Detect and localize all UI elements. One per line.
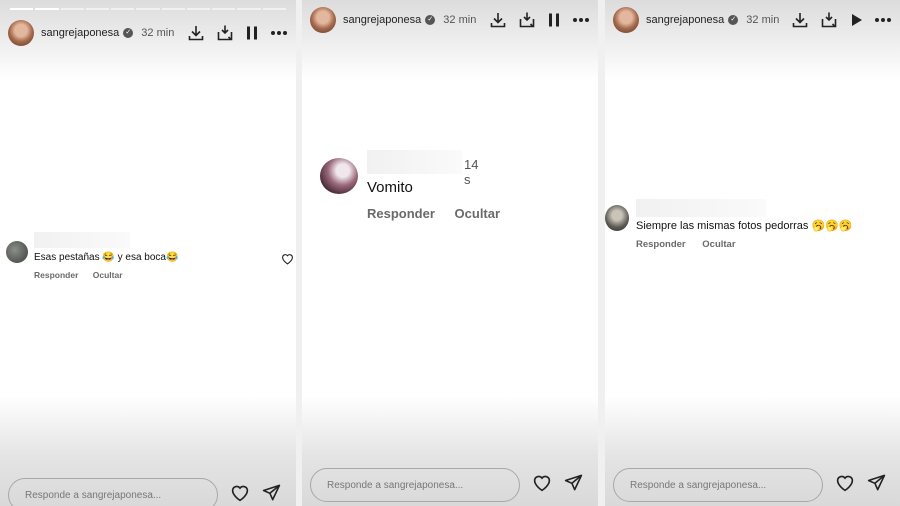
more-icon[interactable] xyxy=(874,17,892,23)
comment-text: Siempre las mismas fotos pedorras 🥱🥱🥱 xyxy=(636,220,853,232)
pause-icon[interactable] xyxy=(547,12,561,28)
heart-icon[interactable] xyxy=(835,474,855,497)
send-icon[interactable] xyxy=(564,473,583,497)
username[interactable]: sangrejaponesa xyxy=(41,27,119,39)
story-progress-bar xyxy=(10,8,286,10)
verified-badge-icon: ✓ xyxy=(425,15,436,25)
send-icon[interactable] xyxy=(867,473,886,497)
post-time: 32 min xyxy=(746,14,780,26)
post-time: 32 min xyxy=(141,27,175,39)
heart-icon[interactable] xyxy=(532,474,552,497)
comment-time: 14 s xyxy=(464,157,479,187)
story-footer: Responde a sangrejaponesa... xyxy=(310,464,590,506)
more-icon[interactable] xyxy=(270,30,288,36)
pause-icon[interactable] xyxy=(245,25,259,41)
username[interactable]: sangrejaponesa xyxy=(646,14,724,26)
story-panel-3: sangrejaponesa ✓ 32 min Siempre las mism… xyxy=(605,0,900,506)
avatar[interactable] xyxy=(310,7,336,33)
avatar[interactable] xyxy=(613,7,639,33)
post-time: 32 min xyxy=(443,14,477,26)
download-icon[interactable] xyxy=(791,11,809,29)
reply-input[interactable]: Responde a sangrejaponesa... xyxy=(613,468,823,502)
story-panel-2: sangrejaponesa ✓ 32 min 14 s Vomito Resp… xyxy=(302,0,598,506)
story-header: sangrejaponesa ✓ 32 min xyxy=(310,7,590,33)
play-icon[interactable] xyxy=(849,12,863,28)
avatar[interactable] xyxy=(8,20,34,46)
reply-input[interactable]: Responde a sangrejaponesa... xyxy=(8,478,218,506)
save-to-device-icon[interactable] xyxy=(820,11,838,29)
commenter-name-redacted xyxy=(367,150,462,174)
verified-badge-icon: ✓ xyxy=(728,15,739,25)
like-comment-heart-icon[interactable] xyxy=(281,252,294,270)
reply-input[interactable]: Responde a sangrejaponesa... xyxy=(310,468,520,502)
download-icon[interactable] xyxy=(187,24,205,42)
commenter-avatar[interactable] xyxy=(605,205,629,231)
commenter-name-redacted xyxy=(34,232,130,248)
hide-comment-button[interactable]: Ocultar xyxy=(93,270,123,280)
reply-comment-button[interactable]: Responder xyxy=(34,270,78,280)
comment-text: Vomito xyxy=(367,179,413,196)
story-header: sangrejaponesa ✓ 32 min xyxy=(8,20,288,46)
story-footer: Responde a sangrejaponesa... xyxy=(613,464,892,506)
hide-comment-button[interactable]: Ocultar xyxy=(702,239,735,250)
hide-comment-button[interactable]: Ocultar xyxy=(455,206,501,221)
reply-comment-button[interactable]: Responder xyxy=(636,239,686,250)
commenter-avatar[interactable] xyxy=(6,241,28,263)
save-to-device-icon[interactable] xyxy=(518,11,536,29)
story-footer: Responde a sangrejaponesa... xyxy=(8,472,288,506)
verified-badge-icon: ✓ xyxy=(123,28,134,38)
story-panel-1: sangrejaponesa ✓ 32 min Esas pestañas 😂 … xyxy=(0,0,296,506)
commenter-avatar[interactable] xyxy=(320,158,358,194)
comment-text: Esas pestañas 😂 y esa boca😂 xyxy=(34,252,179,263)
save-to-device-icon[interactable] xyxy=(216,24,234,42)
more-icon[interactable] xyxy=(572,17,590,23)
username[interactable]: sangrejaponesa xyxy=(343,14,421,26)
reply-comment-button[interactable]: Responder xyxy=(367,206,435,221)
download-icon[interactable] xyxy=(489,11,507,29)
send-icon[interactable] xyxy=(262,483,281,506)
heart-icon[interactable] xyxy=(230,484,250,506)
story-header: sangrejaponesa ✓ 32 min xyxy=(613,7,892,33)
commenter-name-redacted xyxy=(636,199,766,217)
